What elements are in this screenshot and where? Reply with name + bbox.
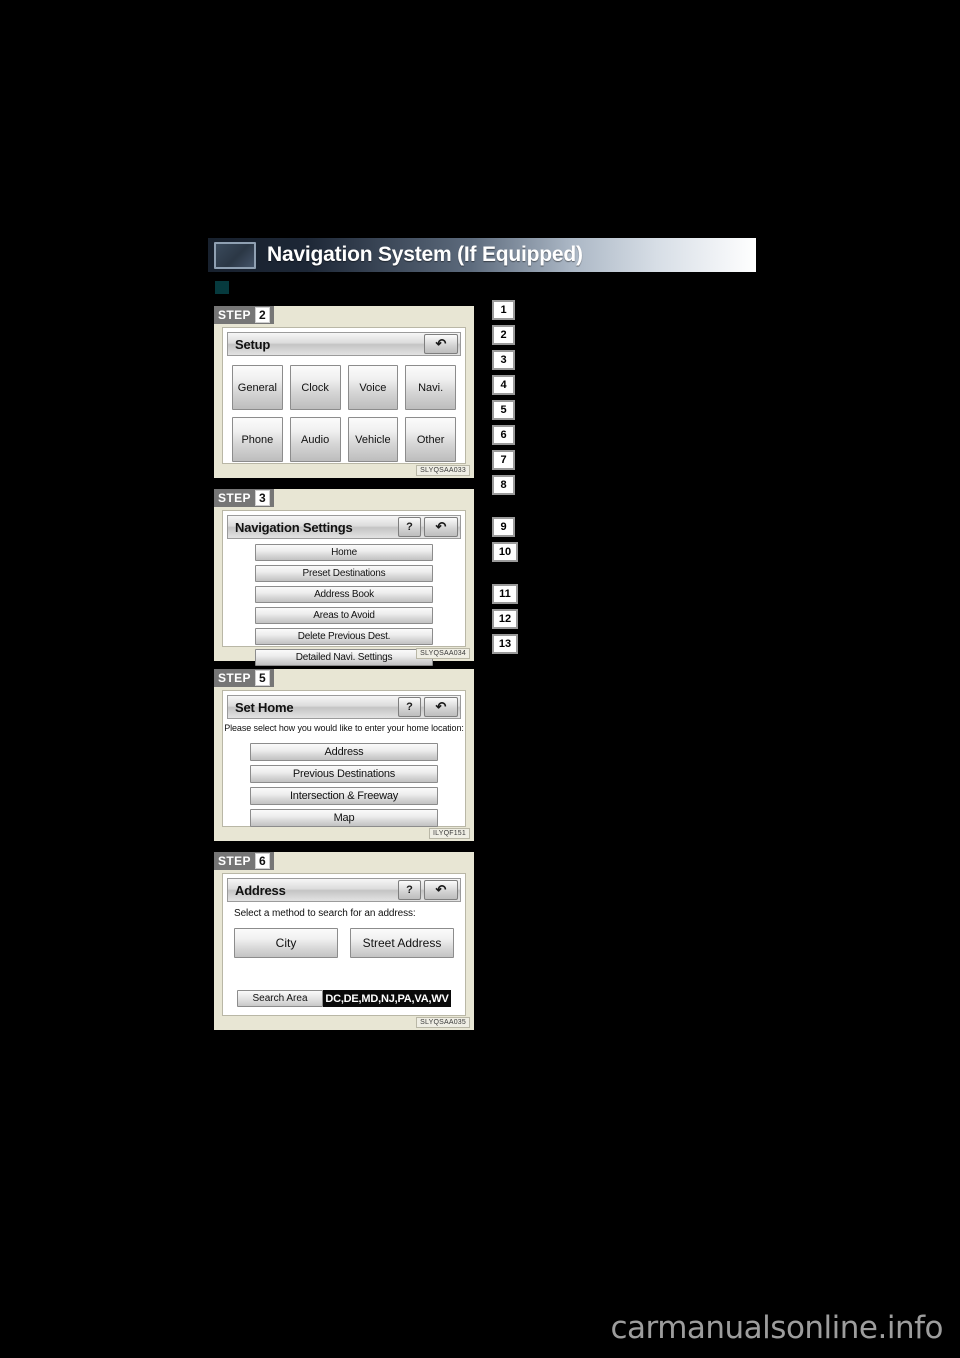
setup-button-general[interactable]: General: [232, 365, 283, 410]
step-tag: STEP 6: [214, 852, 274, 870]
step-panel: STEP 6 Address ? ↶ Select a method to se…: [214, 852, 474, 1030]
set-home-map[interactable]: Map: [250, 809, 438, 827]
watermark: carmanualsonline.info: [610, 1310, 943, 1346]
step-tag: STEP 3: [214, 489, 274, 507]
address-method-city[interactable]: City: [234, 928, 338, 958]
screen-title: Address: [235, 882, 286, 898]
callout-marker-8: 8: [492, 475, 515, 495]
callout-marker-13: 13: [492, 634, 518, 654]
screen-header: Address ? ↶: [227, 878, 461, 902]
step-word: STEP: [218, 854, 251, 868]
nav-setting-detailed-navi-settings[interactable]: Detailed Navi. Settings: [255, 649, 433, 666]
nav-screen: Navigation Settings ? ↶ Home Preset Dest…: [222, 510, 466, 666]
screen-header-buttons: ? ↶: [398, 517, 458, 537]
callout-marker-7: 7: [492, 450, 515, 470]
step-word: STEP: [218, 308, 251, 322]
step-number: 2: [254, 307, 270, 323]
step-tag: STEP 2: [214, 306, 274, 324]
set-home-prompt: Please select how you would like to ente…: [224, 723, 464, 733]
callout-marker-9: 9: [492, 517, 515, 537]
step-panel: STEP 5 Set Home ? ↶ Please select how yo…: [214, 669, 474, 841]
setup-button-audio[interactable]: Audio: [289, 417, 341, 462]
callout-markers: 1 2 3 4 5 6 7 8 9 10 11 12 13: [492, 300, 522, 659]
setup-button-navi[interactable]: Navi.: [405, 365, 456, 410]
figure-code: ILYQF151: [429, 828, 470, 839]
step-word: STEP: [218, 491, 251, 505]
nav-setting-home[interactable]: Home: [255, 544, 433, 561]
callout-marker-10: 10: [492, 542, 518, 562]
figure-code: SLYQSAA033: [416, 465, 470, 476]
help-button[interactable]: ?: [398, 880, 421, 900]
search-area-row: Search Area DC,DE,MD,NJ,PA,VA,WV: [237, 990, 451, 1007]
screen-header: Setup ↶: [227, 332, 461, 356]
step-number: 3: [254, 490, 270, 506]
back-button[interactable]: ↶: [424, 697, 458, 717]
set-home-intersection-freeway[interactable]: Intersection & Freeway: [250, 787, 438, 805]
display-screen-icon: [214, 241, 256, 269]
set-home-address[interactable]: Address: [250, 743, 438, 761]
nav-screen: Set Home ? ↶ Please select how you would…: [222, 690, 466, 827]
screen-header-buttons: ? ↶: [398, 880, 458, 900]
back-button[interactable]: ↶: [424, 334, 458, 354]
nav-setting-preset-destinations[interactable]: Preset Destinations: [255, 565, 433, 582]
screen-title: Setup: [235, 336, 271, 352]
help-button[interactable]: ?: [398, 517, 421, 537]
set-home-previous-destinations[interactable]: Previous Destinations: [250, 765, 438, 783]
page-title: Navigation System (If Equipped): [267, 243, 583, 266]
navigation-settings-list: Home Preset Destinations Address Book Ar…: [223, 538, 465, 666]
setup-button-grid: General Clock Voice Navi. Phone Audio Ve…: [223, 355, 465, 462]
setup-button-other[interactable]: Other: [405, 417, 456, 462]
step-word: STEP: [218, 671, 251, 685]
callout-marker-2: 2: [492, 325, 515, 345]
nav-screen: Address ? ↶ Select a method to search fo…: [222, 873, 466, 1016]
step-number: 6: [254, 853, 270, 869]
screen-title: Navigation Settings: [235, 519, 353, 535]
search-area-value: DC,DE,MD,NJ,PA,VA,WV: [323, 990, 451, 1007]
screen-header: Set Home ? ↶: [227, 695, 461, 719]
nav-setting-address-book[interactable]: Address Book: [255, 586, 433, 603]
back-button[interactable]: ↶: [424, 880, 458, 900]
screen-header-buttons: ? ↶: [398, 697, 458, 717]
callout-marker-5: 5: [492, 400, 515, 420]
callout-marker-12: 12: [492, 609, 518, 629]
screen-header-buttons: ↶: [424, 334, 458, 354]
callout-marker-4: 4: [492, 375, 515, 395]
page-title-bar: Navigation System (If Equipped): [208, 238, 756, 272]
callout-marker-11: 11: [492, 584, 518, 604]
section-bullet: [215, 281, 229, 294]
nav-screen: Setup ↶ General Clock Voice Navi. Phone …: [222, 327, 466, 464]
step-panel: STEP 3 Navigation Settings ? ↶ Home Pres…: [214, 489, 474, 666]
step-panel: STEP 2 Setup ↶ General Clock Voice Navi.…: [214, 306, 474, 478]
callout-marker-3: 3: [492, 350, 515, 370]
address-method-street-address[interactable]: Street Address: [350, 928, 454, 958]
address-prompt: Select a method to search for an address…: [234, 908, 416, 919]
nav-setting-delete-previous-dest[interactable]: Delete Previous Dest.: [255, 628, 433, 645]
screen-body: General Clock Voice Navi. Phone Audio Ve…: [223, 355, 465, 463]
screen-body: Home Preset Destinations Address Book Ar…: [223, 538, 465, 666]
callout-marker-6: 6: [492, 425, 515, 445]
address-method-row: City Street Address: [223, 928, 465, 958]
screen-body: Please select how you would like to ente…: [223, 718, 465, 827]
setup-button-phone[interactable]: Phone: [232, 417, 283, 462]
back-button[interactable]: ↶: [424, 517, 458, 537]
setup-button-clock[interactable]: Clock: [289, 365, 341, 410]
callout-marker-1: 1: [492, 300, 515, 320]
screen-title: Set Home: [235, 699, 294, 715]
help-button[interactable]: ?: [398, 697, 421, 717]
step-number: 5: [254, 670, 270, 686]
figure-code: SLYQSAA034: [416, 648, 470, 659]
screen-header: Navigation Settings ? ↶: [227, 515, 461, 539]
search-area-button[interactable]: Search Area: [237, 990, 323, 1007]
figure-code: SLYQSAA035: [416, 1017, 470, 1028]
setup-button-voice[interactable]: Voice: [347, 365, 399, 410]
screen-body: Select a method to search for an address…: [223, 901, 465, 1015]
setup-button-vehicle[interactable]: Vehicle: [347, 417, 399, 462]
nav-setting-areas-to-avoid[interactable]: Areas to Avoid: [255, 607, 433, 624]
set-home-list: Address Previous Destinations Intersecti…: [223, 737, 465, 827]
step-tag: STEP 5: [214, 669, 274, 687]
